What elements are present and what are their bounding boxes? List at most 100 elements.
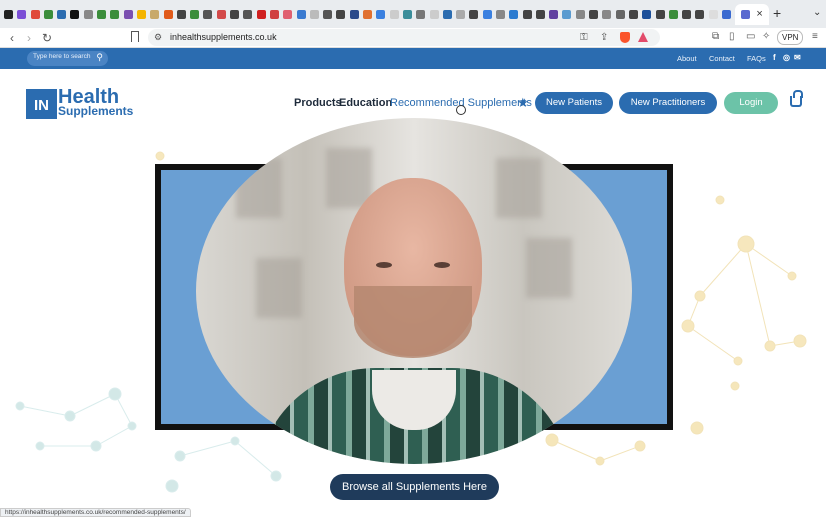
tab-favicon-icon[interactable] <box>376 9 386 19</box>
tab-favicon-icon[interactable] <box>57 9 67 19</box>
bookshelf-blur <box>256 258 302 318</box>
bookshelf-blur <box>526 238 572 298</box>
brave-shield-icon[interactable] <box>620 32 630 43</box>
tab-favicon-icon[interactable] <box>535 9 545 19</box>
tab-favicon-icon[interactable] <box>363 9 373 19</box>
active-tab[interactable]: × <box>735 4 769 25</box>
email-icon[interactable]: ✉ <box>794 53 801 62</box>
about-link[interactable]: About <box>677 54 697 63</box>
tab-favicon-icon[interactable] <box>642 9 652 19</box>
tab-favicon-icon[interactable] <box>309 9 319 19</box>
back-icon[interactable]: ‹ <box>10 30 14 46</box>
url-text[interactable]: inhealthsupplements.co.uk <box>170 32 277 42</box>
tab-favicon-icon[interactable] <box>402 9 412 19</box>
tab-favicon-icon[interactable] <box>668 9 678 19</box>
tab-favicon-icon[interactable] <box>230 9 240 19</box>
sidebar-icon[interactable]: ▯ <box>729 31 735 42</box>
key-icon[interactable]: ⚿ <box>580 32 588 43</box>
tab-favicon-icon[interactable] <box>602 9 612 19</box>
tab-favicon-icon[interactable] <box>336 9 346 19</box>
site-info-icon[interactable]: ⚙ <box>154 32 162 43</box>
wallet-icon[interactable]: ▭ <box>746 31 755 42</box>
facebook-icon[interactable]: f <box>773 53 776 62</box>
tab-favicon-icon[interactable] <box>456 9 466 19</box>
login-button[interactable]: Login <box>724 92 778 114</box>
browser-toolbar: ‹ › ↻ ⚙ inhealthsupplements.co.uk ⚿ ⇪ ⧉ … <box>0 28 826 48</box>
logo-in-box: IN <box>26 89 57 119</box>
tab-favicon-icon[interactable] <box>216 9 226 19</box>
tab-favicon-icon[interactable] <box>575 9 585 19</box>
presenter-video[interactable] <box>196 118 632 464</box>
tab-favicon-icon[interactable] <box>429 9 439 19</box>
tab-favicon-icon[interactable] <box>655 9 665 19</box>
tab-favicon-icon[interactable] <box>97 9 107 19</box>
tab-favicon-icon[interactable] <box>110 9 120 19</box>
tab-favicon-icon[interactable] <box>389 9 399 19</box>
tab-favicon-icon[interactable] <box>628 9 638 19</box>
tab-favicon-icon[interactable] <box>323 9 333 19</box>
leo-icon[interactable]: ✧ <box>762 31 770 42</box>
tab-favicon-icon[interactable] <box>509 9 519 19</box>
tab-close-icon[interactable]: × <box>756 9 762 20</box>
tab-favicon-icon[interactable] <box>203 9 213 19</box>
tab-favicon-icon[interactable] <box>4 9 13 19</box>
nav-products[interactable]: Products <box>294 97 342 109</box>
faqs-link[interactable]: FAQs <box>747 54 766 63</box>
tab-favicon-icon[interactable] <box>416 9 426 19</box>
basket-icon[interactable] <box>790 90 803 107</box>
tab-favicon-icon[interactable] <box>123 9 133 19</box>
tab-favicon-icon[interactable] <box>469 9 479 19</box>
tab-favicon-icon[interactable] <box>30 9 40 19</box>
tab-favicon-icon[interactable] <box>589 9 599 19</box>
forward-icon[interactable]: › <box>27 30 31 46</box>
tab-favicon-icon[interactable] <box>243 9 253 19</box>
browse-supplements-button[interactable]: Browse all Supplements Here <box>330 474 499 500</box>
address-bar[interactable]: ⚙ inhealthsupplements.co.uk ⚿ ⇪ <box>148 29 660 46</box>
instagram-icon[interactable]: ◎ <box>783 53 790 62</box>
brave-rewards-icon[interactable] <box>638 32 648 42</box>
bookmark-icon[interactable] <box>131 31 139 42</box>
presenter-eye <box>434 262 450 268</box>
tab-favicon-icon[interactable] <box>17 9 27 19</box>
tab-favicon-icon[interactable] <box>256 9 266 19</box>
tab-favicon-icon[interactable] <box>150 9 160 19</box>
tab-favicon-icon[interactable] <box>682 9 692 19</box>
tab-favicon-icon[interactable] <box>269 9 279 19</box>
presenter-beard <box>354 286 472 358</box>
tab-favicon-icon[interactable] <box>482 9 492 19</box>
site-topbar: Type here to search ⚲ About Contact FAQs… <box>0 48 826 69</box>
tab-favicon-icon[interactable] <box>615 9 625 19</box>
search-placeholder: Type here to search <box>33 53 91 60</box>
vpn-button[interactable]: VPN <box>777 30 804 45</box>
tab-favicon-icon[interactable] <box>190 9 200 19</box>
search-icon[interactable]: ⚲ <box>96 52 103 63</box>
site-search-input[interactable]: Type here to search ⚲ <box>27 51 108 66</box>
tab-search-menu-icon[interactable]: ⌄ <box>813 7 821 18</box>
tab-favicon-icon[interactable] <box>296 9 306 19</box>
tab-favicon-icon[interactable] <box>283 9 293 19</box>
tab-favicon-icon[interactable] <box>562 9 572 19</box>
tab-favicon-icon[interactable] <box>43 9 53 19</box>
contact-link[interactable]: Contact <box>709 54 735 63</box>
tab-favicon-icon[interactable] <box>549 9 559 19</box>
reload-icon[interactable]: ↻ <box>42 30 52 46</box>
menu-icon[interactable]: ≡ <box>812 31 818 42</box>
extensions-icon[interactable]: ⧉ <box>712 31 719 42</box>
nav-education[interactable]: Education <box>339 97 392 109</box>
tab-favicon-icon[interactable] <box>442 9 452 19</box>
tab-favicon-icon[interactable] <box>495 9 505 19</box>
share-icon[interactable]: ⇪ <box>600 32 608 43</box>
tab-favicon-icon[interactable] <box>163 9 173 19</box>
tab-favicon-icon[interactable] <box>136 9 146 19</box>
tab-favicon-icon[interactable] <box>708 9 718 19</box>
tab-favicon-icon[interactable] <box>176 9 186 19</box>
tab-favicon-icon[interactable] <box>695 9 705 19</box>
tab-favicon-icon[interactable] <box>83 9 93 19</box>
new-tab-button[interactable]: + <box>773 6 781 20</box>
new-patients-button[interactable]: New Patients <box>535 92 613 114</box>
new-practitioners-button[interactable]: New Practitioners <box>619 92 717 114</box>
tab-favicon-icon[interactable] <box>349 9 359 19</box>
tab-favicon-icon[interactable] <box>70 9 80 19</box>
tab-favicon-icon[interactable] <box>522 9 532 19</box>
tab-favicon-icon[interactable] <box>722 9 732 19</box>
